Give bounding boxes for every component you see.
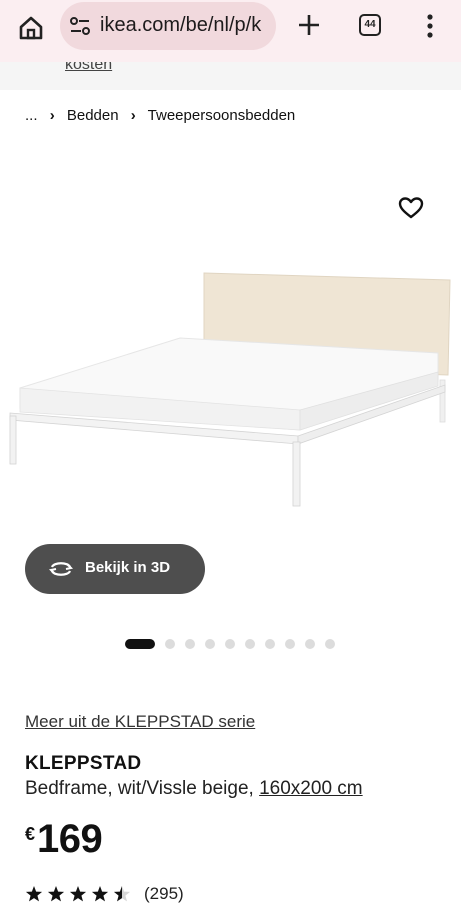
size-link[interactable]: 160x200 cm bbox=[259, 778, 363, 799]
view-in-3d-button[interactable]: Bekijk in 3D bbox=[25, 544, 205, 594]
browser-toolbar: ikea.com/be/nl/p/k 44 bbox=[0, 0, 461, 62]
star-icon bbox=[25, 886, 43, 902]
star-icon bbox=[91, 886, 109, 902]
url-text[interactable]: ikea.com/be/nl/p/k bbox=[100, 14, 261, 37]
product-name: KLEPPSTAD bbox=[25, 753, 142, 774]
carousel-dot-active[interactable] bbox=[125, 639, 155, 649]
star-icon bbox=[113, 886, 131, 902]
carousel-dot[interactable] bbox=[165, 639, 175, 649]
rating-stars[interactable] bbox=[25, 885, 135, 903]
rotate-3d-icon bbox=[48, 562, 74, 576]
price-currency: € bbox=[25, 824, 36, 844]
strip-link[interactable]: kosten bbox=[65, 62, 112, 74]
product-image[interactable] bbox=[0, 240, 461, 520]
product-description-text: Bedframe, wit/Vissle beige, bbox=[25, 778, 254, 799]
carousel-dot[interactable] bbox=[265, 639, 275, 649]
breadcrumb-ellipsis[interactable]: ... bbox=[25, 107, 38, 124]
carousel-dot[interactable] bbox=[325, 639, 335, 649]
new-tab-plus-icon[interactable] bbox=[296, 12, 322, 38]
sticky-info-strip: kosten bbox=[0, 62, 461, 90]
chevron-right-icon: › bbox=[130, 107, 136, 124]
tabs-icon[interactable]: 44 bbox=[359, 14, 381, 36]
star-icon bbox=[47, 886, 65, 902]
star-icon bbox=[69, 886, 87, 902]
review-count[interactable]: (295) bbox=[144, 884, 184, 904]
home-icon[interactable] bbox=[17, 14, 45, 42]
carousel-dot[interactable] bbox=[285, 639, 295, 649]
chevron-right-icon: › bbox=[49, 107, 55, 124]
tab-count: 44 bbox=[364, 19, 376, 30]
carousel-dot[interactable] bbox=[225, 639, 235, 649]
carousel-dot[interactable] bbox=[205, 639, 215, 649]
carousel-dot[interactable] bbox=[185, 639, 195, 649]
price-amount: 169 bbox=[37, 817, 103, 861]
heart-icon[interactable] bbox=[398, 196, 424, 220]
view-in-3d-label: Bekijk in 3D bbox=[85, 559, 171, 576]
breadcrumb-item-tweepersoonsbedden[interactable]: Tweepersoonsbedden bbox=[148, 107, 296, 124]
carousel-dot[interactable] bbox=[245, 639, 255, 649]
breadcrumb-item-bedden[interactable]: Bedden bbox=[67, 107, 119, 124]
series-link[interactable]: Meer uit de KLEPPSTAD serie bbox=[25, 712, 255, 732]
site-settings-icon[interactable] bbox=[69, 16, 91, 36]
url-bar[interactable]: ikea.com/be/nl/p/k bbox=[60, 2, 276, 50]
breadcrumb: ... › Bedden › Tweepersoonsbedden bbox=[25, 107, 295, 124]
more-menu-icon[interactable] bbox=[424, 13, 436, 39]
product-description: Bedframe, wit/Vissle beige, 160x200 cm bbox=[25, 778, 363, 800]
carousel-dot[interactable] bbox=[305, 639, 315, 649]
